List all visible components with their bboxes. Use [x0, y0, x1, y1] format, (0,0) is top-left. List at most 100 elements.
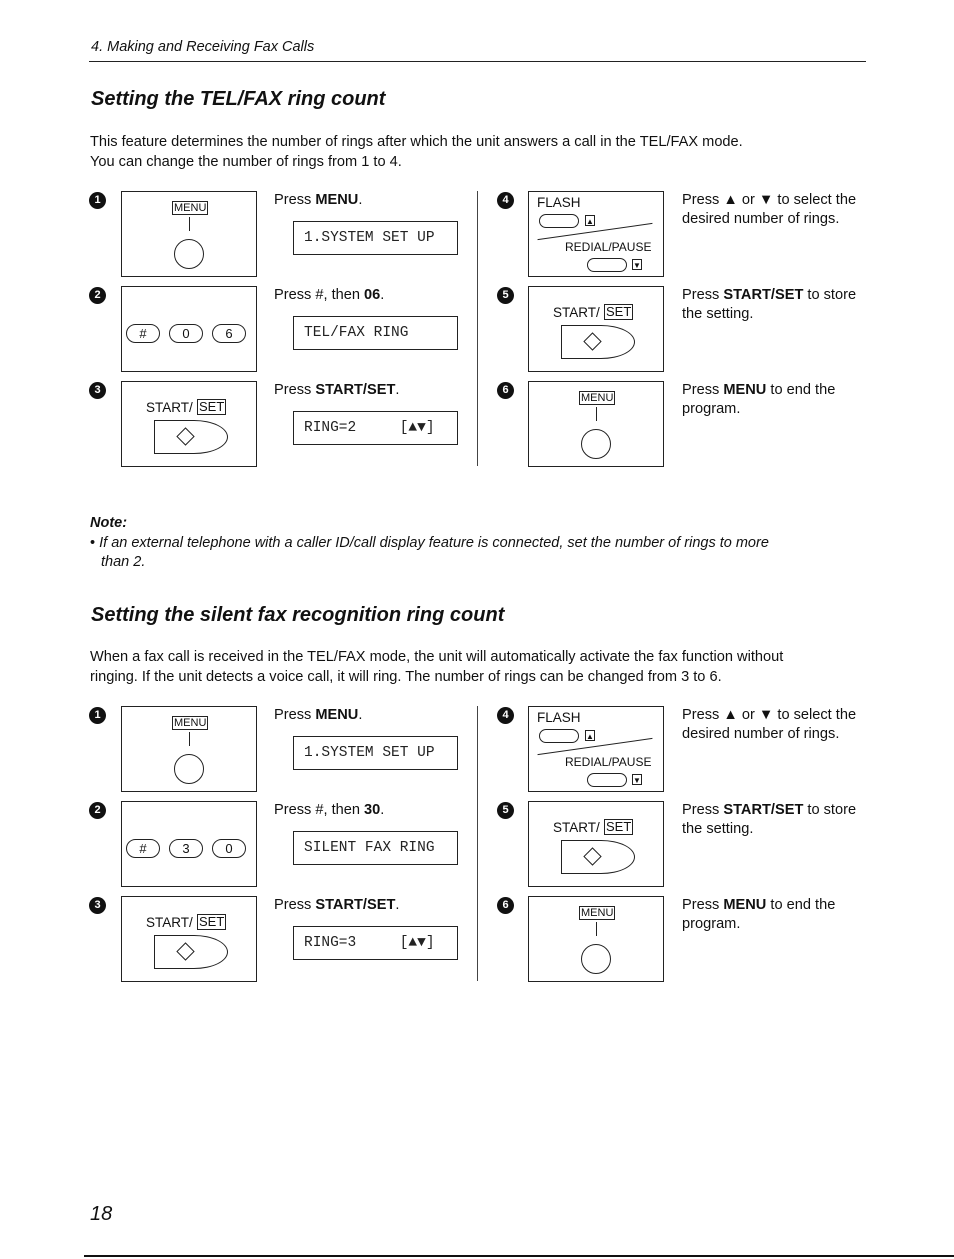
button-illustration-menu: MENU [528, 381, 664, 467]
menu-key-label: MENU [579, 906, 616, 920]
step-number-badge: 2 [89, 287, 106, 304]
flash-button-icon[interactable] [539, 214, 579, 228]
menu-button-icon[interactable] [174, 754, 204, 784]
digit-key-icon[interactable]: 0 [212, 839, 246, 858]
note-item: • If an external telephone with a caller… [90, 534, 769, 554]
instruction-key: 30 [364, 802, 381, 818]
instruction-text: Press [682, 287, 724, 303]
start-set-button[interactable] [154, 935, 228, 969]
step-instruction: Press START/SET. [274, 381, 464, 400]
step-number-badge: 4 [497, 707, 514, 724]
down-arrow-icon: ▼ [632, 259, 642, 270]
step-instruction: Press START/SET to store the setting. [682, 286, 857, 323]
button-illustration-flash: FLASH ▲ REDIAL/PAUSE ▼ [528, 706, 664, 792]
step-instruction: Press MENU to end the program. [682, 896, 857, 933]
note-label: Note: [90, 515, 128, 531]
button-illustration-menu: MENU [528, 896, 664, 982]
instruction-key: START/SET [315, 382, 396, 398]
digit-key-icon[interactable]: 6 [212, 324, 246, 343]
menu-button-icon[interactable] [174, 239, 204, 269]
step-number-badge: 5 [497, 287, 514, 304]
instruction-text: Press [274, 382, 316, 398]
instruction-key: START/SET [723, 287, 804, 303]
start-set-button[interactable] [561, 325, 635, 359]
instruction-key: 06 [364, 287, 381, 303]
instruction-text: . [395, 382, 400, 398]
note-text-line2: than 2. [101, 554, 146, 570]
lcd-display: SILENT FAX RING [293, 831, 458, 865]
intro-line: ringing. If the unit detects a voice cal… [90, 668, 722, 685]
button-illustration-menu: MENU [121, 706, 257, 792]
instruction-text: Press ▲ or ▼ to select the desired numbe… [682, 192, 857, 227]
menu-key-label: MENU [579, 391, 616, 405]
button-illustration-start: START/SET [528, 801, 664, 887]
step-number-badge: 3 [89, 382, 106, 399]
section-intro-telfax: This feature determines the number of ri… [90, 133, 743, 172]
step-number-badge: 6 [497, 382, 514, 399]
connector-line [189, 732, 190, 746]
redial-pause-label: REDIAL/PAUSE [565, 240, 652, 254]
button-illustration-menu: MENU [121, 191, 257, 277]
menu-button-icon[interactable] [581, 429, 611, 459]
start-set-button[interactable] [561, 840, 635, 874]
step-instruction: Press #, then 30. [274, 801, 464, 820]
button-illustration-start: START/SET [121, 896, 257, 982]
start-diamond-icon [176, 942, 195, 961]
connector-line [596, 407, 597, 421]
step-instruction: Press #, then 06. [274, 286, 464, 305]
page-number: 18 [90, 1203, 113, 1225]
menu-button-icon[interactable] [581, 944, 611, 974]
flash-label: FLASH [537, 195, 581, 210]
instruction-text: Press ▲ or ▼ to select the desired numbe… [682, 707, 857, 742]
instruction-text: . [380, 802, 385, 818]
redial-button-icon[interactable] [587, 258, 627, 272]
button-illustration-flash: FLASH ▲ REDIAL/PAUSE ▼ [528, 191, 664, 277]
column-divider [477, 706, 478, 981]
menu-key-label: MENU [172, 716, 209, 730]
flash-button-icon[interactable] [539, 729, 579, 743]
down-arrow-icon: ▼ [632, 774, 642, 785]
start-diamond-icon [176, 427, 195, 446]
instruction-key: MENU [723, 897, 767, 913]
set-key-label: SET [197, 914, 227, 930]
instruction-text: Press [682, 382, 724, 398]
flash-label: FLASH [537, 710, 581, 725]
step-instruction: Press START/SET to store the setting. [682, 801, 857, 838]
step-number-badge: 1 [89, 192, 106, 209]
note-text-line1: If an external telephone with a caller I… [99, 535, 769, 551]
redial-button-icon[interactable] [587, 773, 627, 787]
footer-rule [84, 1255, 954, 1257]
instruction-text: Press #, then [274, 287, 365, 303]
button-illustration-start: START/SET [121, 381, 257, 467]
column-divider [477, 191, 478, 466]
digit-key-icon[interactable]: 0 [169, 324, 203, 343]
step-number-badge: 5 [497, 802, 514, 819]
digit-key-icon[interactable]: 3 [169, 839, 203, 858]
step-instruction: Press MENU. [274, 706, 464, 725]
connector-line [596, 922, 597, 936]
bullet-icon: • [90, 535, 96, 551]
step-instruction: Press START/SET. [274, 896, 464, 915]
intro-line: This feature determines the number of ri… [90, 134, 743, 150]
instruction-key: MENU [723, 382, 767, 398]
running-head: 4. Making and Receiving Fax Calls [91, 39, 315, 55]
lcd-display: TEL/FAX RING [293, 316, 458, 350]
instruction-text: . [358, 707, 363, 723]
step-instruction: Press MENU. [274, 191, 464, 210]
instruction-text: Press [274, 192, 316, 208]
instruction-text: Press #, then [274, 802, 365, 818]
step-instruction: Press MENU to end the program. [682, 381, 857, 418]
instruction-text: . [380, 287, 385, 303]
lcd-display: RING=2 [▲▼] [293, 411, 458, 445]
header-rule [89, 61, 866, 62]
set-key-label: SET [604, 304, 634, 320]
instruction-text: Press [682, 897, 724, 913]
hash-key-icon[interactable]: # [126, 324, 160, 343]
hash-key-icon[interactable]: # [126, 839, 160, 858]
start-set-button[interactable] [154, 420, 228, 454]
button-illustration-start: START/SET [528, 286, 664, 372]
button-illustration-keys: #0 6 [121, 286, 257, 372]
instruction-text: Press [274, 707, 316, 723]
set-key-label: SET [604, 819, 634, 835]
set-key-label: SET [197, 399, 227, 415]
